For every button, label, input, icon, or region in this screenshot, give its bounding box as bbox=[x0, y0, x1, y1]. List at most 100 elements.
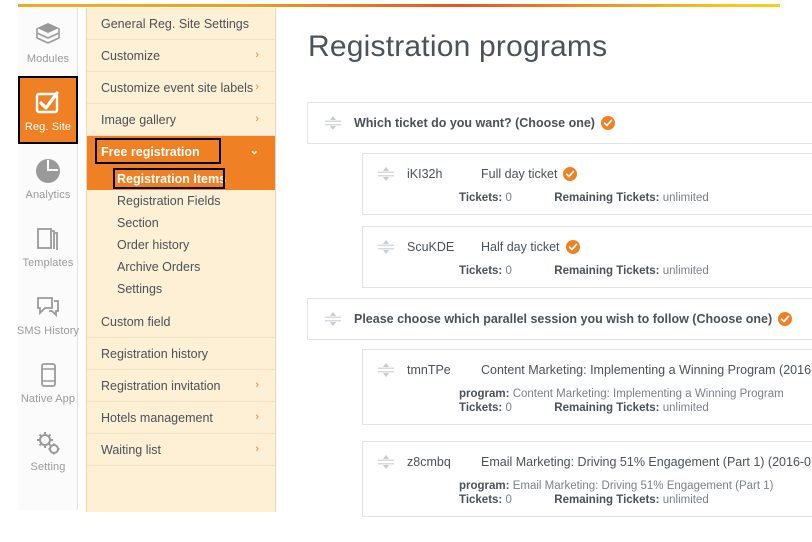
item-main-line: ScuKDE Half day ticket bbox=[363, 237, 812, 257]
rail-item-modules[interactable]: Modules bbox=[18, 8, 78, 76]
top-accent-bar bbox=[18, 4, 780, 7]
submenu-label: Registration Items bbox=[117, 172, 227, 186]
menu-label: Registration history bbox=[101, 346, 208, 361]
remaining-label: Remaining Tickets: bbox=[554, 192, 660, 204]
item-meta: program: Email Marketing: Driving 51% En… bbox=[363, 480, 812, 506]
setting-icon bbox=[33, 428, 63, 458]
submenu-label: Settings bbox=[117, 282, 163, 296]
item-main-line: iKI32h Full day ticket bbox=[363, 164, 812, 184]
sort-handle-icon[interactable] bbox=[377, 360, 395, 380]
reg-site-icon bbox=[33, 88, 63, 118]
item-title: Email Marketing: Driving 51% Engagement … bbox=[481, 455, 812, 469]
item-ticket-stats: Tickets: 0 Remaining Tickets: unlimited bbox=[459, 402, 812, 414]
sort-handle-icon[interactable] bbox=[377, 164, 395, 184]
menu-item-registration-invitation[interactable]: Registration invitation › bbox=[87, 370, 275, 402]
rail-label: Analytics bbox=[25, 188, 71, 201]
sort-handle-icon[interactable] bbox=[324, 113, 342, 133]
item-ticket-stats: Tickets: 0 Remaining Tickets: unlimited bbox=[459, 192, 812, 204]
item-program: program: Email Marketing: Driving 51% En… bbox=[459, 480, 812, 492]
menu-item-customize-event-site-labels[interactable]: Customize event site labels › bbox=[87, 72, 275, 104]
menu-label: Customize bbox=[101, 48, 161, 63]
tickets-value: 0 bbox=[505, 402, 512, 414]
approved-check-icon bbox=[565, 240, 580, 254]
submenu-item-section[interactable]: Section bbox=[87, 212, 275, 234]
menu-label: Image gallery bbox=[101, 112, 177, 127]
menu-item-customize[interactable]: Customize › bbox=[87, 40, 275, 72]
sort-handle-icon[interactable] bbox=[377, 237, 395, 257]
item-program: program: Content Marketing: Implementing… bbox=[459, 388, 812, 400]
page-title: Registration programs bbox=[308, 30, 608, 63]
tickets-label: Tickets: bbox=[459, 265, 503, 277]
remaining-value: unlimited bbox=[662, 192, 709, 204]
chevron-right-icon: › bbox=[255, 411, 259, 423]
side-menu: General Reg. Site Settings Customize › C… bbox=[86, 8, 276, 512]
item-title: Full day ticket bbox=[481, 167, 558, 181]
program-label: program: bbox=[459, 480, 510, 492]
item-ticket-stats: Tickets: 0 Remaining Tickets: unlimited bbox=[459, 494, 812, 506]
rail-item-native-app[interactable]: Native App bbox=[18, 348, 78, 416]
registration-item-row[interactable]: ScuKDE Half day ticket Tickets: 0 Remain… bbox=[362, 226, 812, 288]
chevron-right-icon: › bbox=[255, 379, 259, 391]
submenu-label: Registration Fields bbox=[117, 194, 221, 208]
rail-item-analytics[interactable]: Analytics bbox=[18, 144, 78, 212]
submenu-item-order-history[interactable]: Order history bbox=[87, 234, 275, 256]
rail-item-sms-history[interactable]: SMS History bbox=[17, 280, 79, 348]
rail-label: Reg. Site bbox=[24, 120, 72, 133]
item-title: Content Marketing: Implementing a Winnin… bbox=[481, 363, 812, 377]
submenu-label: Order history bbox=[117, 238, 190, 252]
section-header[interactable]: Please choose which parallel session you… bbox=[307, 298, 812, 340]
item-code: iKI32h bbox=[407, 167, 443, 181]
submenu-item-registration-items[interactable]: Registration Items bbox=[87, 168, 275, 190]
menu-item-custom-field[interactable]: Custom field bbox=[87, 306, 275, 338]
item-meta: Tickets: 0 Remaining Tickets: unlimited bbox=[363, 265, 812, 277]
registration-item-row[interactable]: tmnTPe Content Marketing: Implementing a… bbox=[362, 349, 812, 425]
menu-empty-tail bbox=[87, 466, 275, 506]
remaining-value: unlimited bbox=[662, 265, 709, 277]
item-main-line: z8cmbq Email Marketing: Driving 51% Enga… bbox=[363, 452, 812, 472]
submenu-item-archive-orders[interactable]: Archive Orders bbox=[87, 256, 275, 278]
menu-label: General Reg. Site Settings bbox=[101, 16, 249, 31]
approved-check-icon bbox=[778, 312, 793, 326]
registration-item-row[interactable]: iKI32h Full day ticket Tickets: 0 Remain… bbox=[362, 153, 812, 215]
program-value: Email Marketing: Driving 51% Engagement … bbox=[512, 480, 774, 492]
submenu-item-registration-fields[interactable]: Registration Fields bbox=[87, 190, 275, 212]
rail-label: Modules bbox=[26, 52, 70, 65]
menu-label: Registration invitation bbox=[101, 378, 221, 393]
rail-item-setting[interactable]: Setting bbox=[18, 416, 78, 484]
sort-handle-icon[interactable] bbox=[324, 309, 342, 329]
item-meta: program: Content Marketing: Implementing… bbox=[363, 388, 812, 414]
menu-label: Custom field bbox=[101, 314, 171, 329]
item-ticket-stats: Tickets: 0 Remaining Tickets: unlimited bbox=[459, 265, 812, 277]
main-content: Registration programs Which ticket do yo… bbox=[290, 8, 812, 542]
submenu-item-settings[interactable]: Settings bbox=[87, 278, 275, 300]
menu-item-general-reg-site-settings[interactable]: General Reg. Site Settings bbox=[87, 8, 275, 40]
analytics-icon bbox=[33, 156, 63, 186]
approved-check-icon bbox=[600, 116, 615, 130]
section-heading-text: Please choose which parallel session you… bbox=[354, 312, 773, 326]
modules-icon bbox=[33, 20, 63, 50]
rail-item-reg-site[interactable]: Reg. Site bbox=[18, 76, 78, 144]
menu-item-registration-history[interactable]: Registration history bbox=[87, 338, 275, 370]
item-title: Half day ticket bbox=[481, 240, 560, 254]
sort-handle-icon[interactable] bbox=[377, 452, 395, 472]
chevron-right-icon: › bbox=[255, 113, 259, 125]
chevron-right-icon: › bbox=[255, 81, 259, 93]
menu-item-hotels-management[interactable]: Hotels management › bbox=[87, 402, 275, 434]
section-header[interactable]: Which ticket do you want? (Choose one) bbox=[307, 102, 812, 144]
rail-item-templates[interactable]: Templates bbox=[18, 212, 78, 280]
menu-item-free-registration[interactable]: Free registration ⌄ bbox=[87, 136, 275, 168]
templates-icon bbox=[33, 224, 63, 254]
remaining-label: Remaining Tickets: bbox=[554, 402, 660, 414]
tickets-label: Tickets: bbox=[459, 402, 503, 414]
registration-item-row[interactable]: z8cmbq Email Marketing: Driving 51% Enga… bbox=[362, 441, 812, 517]
rail-label: Templates bbox=[22, 256, 74, 269]
menu-item-waiting-list[interactable]: Waiting list › bbox=[87, 434, 275, 466]
menu-label: Hotels management bbox=[101, 410, 213, 425]
program-label: program: bbox=[459, 388, 510, 400]
tickets-value: 0 bbox=[505, 265, 512, 277]
tickets-label: Tickets: bbox=[459, 192, 503, 204]
app-icon-rail: Modules Reg. Site Analytics Templates SM… bbox=[17, 8, 79, 510]
item-code: tmnTPe bbox=[407, 363, 451, 377]
menu-label: Customize event site labels bbox=[101, 80, 254, 95]
menu-item-image-gallery[interactable]: Image gallery › bbox=[87, 104, 275, 136]
